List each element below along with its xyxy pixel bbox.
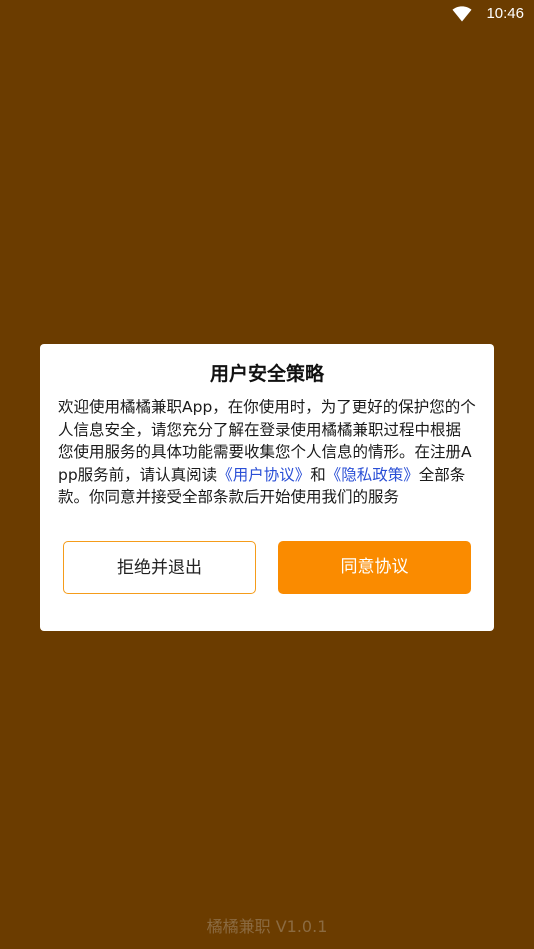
privacy-policy-link[interactable]: 《隐私政策》 [326,466,419,484]
privacy-dialog: 用户安全策略 欢迎使用橘橘兼职App，在你使用时，为了更好的保护您的个人信息安全… [40,344,494,631]
status-bar: 10:46 [0,0,534,30]
and-text: 和 [310,465,326,484]
reject-exit-button[interactable]: 拒绝并退出 [63,541,256,594]
app-version-label: 橘橘兼职 V1.0.1 [206,917,328,936]
wifi-icon [452,6,472,22]
user-agreement-link[interactable]: 《用户协议》 [217,466,310,484]
agree-button[interactable]: 同意协议 [278,541,471,594]
dialog-body: 欢迎使用橘橘兼职App，在你使用时，为了更好的保护您的个人信息安全，请您充分了解… [58,396,476,509]
dialog-title: 用户安全策略 [209,363,324,385]
status-time: 10:46 [486,5,524,22]
